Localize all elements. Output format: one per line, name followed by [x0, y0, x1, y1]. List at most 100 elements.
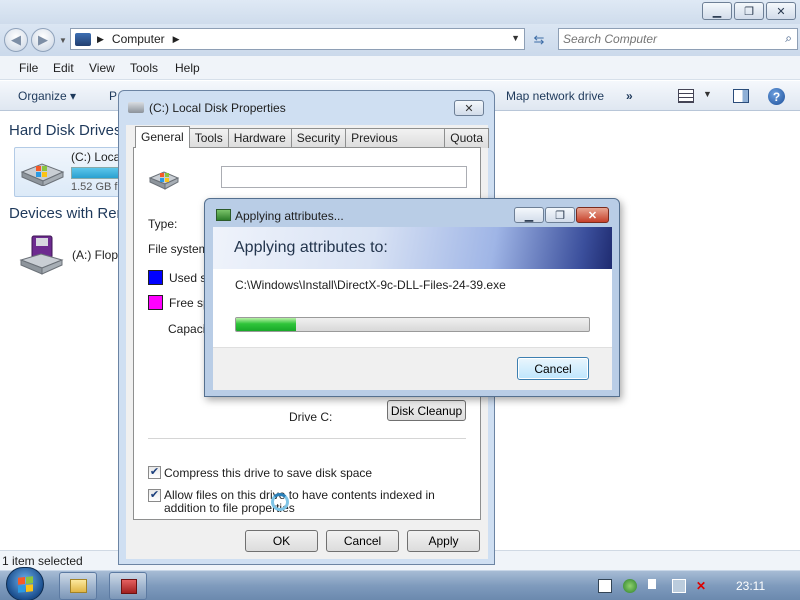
minimize-button[interactable]: ▁ [702, 2, 732, 20]
applying-title: Applying attributes... [235, 209, 344, 223]
recent-pages-dropdown[interactable]: ▼ [59, 36, 67, 45]
breadcrumb-computer[interactable]: Computer [112, 32, 165, 46]
volume-muted-icon[interactable]: ✕ [696, 579, 710, 593]
properties-command-button[interactable]: P [109, 89, 117, 103]
help-icon[interactable]: ? [768, 88, 785, 105]
tab-hardware[interactable]: Hardware [227, 128, 292, 148]
menu-bar: File Edit View Tools Help [0, 56, 800, 80]
organize-button[interactable]: Organize ▾ [18, 89, 76, 103]
applying-body: C:\Windows\Install\DirectX-9c-DLL-Files-… [213, 269, 612, 390]
tab-general[interactable]: General [135, 126, 190, 148]
properties-tabs: General Tools Hardware Security Previous… [135, 126, 489, 163]
menu-help[interactable]: Help [175, 61, 200, 75]
floppy-drive-icon [19, 235, 64, 275]
used-space-swatch [148, 270, 163, 285]
applying-footer: Cancel [213, 347, 612, 390]
refresh-icon: ⇆ [533, 32, 545, 47]
application-icon [121, 579, 137, 594]
applying-header: Applying attributes to: [213, 227, 612, 269]
divider [148, 438, 466, 439]
folder-icon [70, 579, 87, 593]
index-contents-checkbox[interactable]: ✔ [148, 489, 161, 502]
address-row: ◀ ▶ ▼ ▶ Computer ▶ ▼ ⇆ ⌕ [0, 24, 800, 56]
properties-close-button[interactable]: ✕ [454, 100, 484, 116]
map-network-drive-button[interactable]: Map network drive [506, 89, 604, 103]
more-commands-button[interactable]: » [626, 89, 633, 103]
computer-icon [75, 32, 91, 46]
preview-pane-icon[interactable] [733, 89, 749, 103]
drive-c-free-space: 1.52 GB free [71, 181, 121, 193]
menu-tools[interactable]: Tools [130, 61, 158, 75]
hard-drive-icon [20, 163, 65, 186]
change-view-icon[interactable] [678, 89, 694, 103]
taskbar: ✕ 23:11 [0, 567, 800, 600]
back-button[interactable]: ◀ [4, 28, 28, 52]
compress-drive-label[interactable]: Compress this drive to save disk space [164, 466, 372, 480]
hard-drive-icon [128, 102, 144, 113]
maximize-button[interactable]: ❐ [734, 2, 764, 20]
cancel-button[interactable]: Cancel [517, 357, 589, 380]
current-file-path: C:\Windows\Install\DirectX-9c-DLL-Files-… [235, 278, 506, 292]
maximize-button[interactable]: ❐ [545, 207, 575, 223]
close-button[interactable]: ✕ [576, 207, 609, 223]
type-label: Type: [148, 217, 178, 231]
applying-attributes-dialog: Applying attributes... ▁ ❐ ✕ Applying at… [204, 198, 620, 397]
refresh-button[interactable]: ⇆ [528, 30, 550, 50]
disk-cleanup-button[interactable]: Disk Cleanup [387, 400, 466, 421]
drive-c-label: (C:) Local Disk [71, 150, 121, 164]
properties-title: (C:) Local Disk Properties [149, 101, 286, 115]
progress-bar [235, 317, 590, 332]
ok-button[interactable]: OK [245, 530, 318, 552]
action-center-flag-icon[interactable] [648, 579, 662, 589]
file-system-label: File system: [148, 242, 213, 256]
tab-tools[interactable]: Tools [188, 128, 229, 148]
search-box[interactable]: ⌕ [558, 28, 798, 50]
tab-previous-versions[interactable]: Previous Versions [345, 128, 446, 163]
search-input[interactable] [563, 31, 763, 47]
taskbar-clock[interactable]: 23:11 [736, 579, 765, 593]
address-bar[interactable]: ▶ Computer ▶ ▼ [70, 28, 525, 50]
floppy-drive-item[interactable]: (A:) Floppy Disk Drive [14, 232, 124, 278]
address-dropdown-icon[interactable]: ▼ [511, 33, 520, 43]
start-button[interactable] [6, 567, 44, 600]
taskbar-explorer-button[interactable] [59, 572, 97, 600]
progress-fill [236, 318, 296, 331]
index-contents-label[interactable]: Allow files on this drive to have conten… [164, 489, 474, 515]
taskbar-app-button[interactable] [109, 572, 147, 600]
network-tray-icon[interactable] [672, 579, 686, 593]
tab-security[interactable]: Security [290, 128, 347, 148]
drive-name-input[interactable] [221, 166, 467, 188]
security-tray-icon[interactable] [623, 579, 637, 593]
properties-titlebar[interactable]: (C:) Local Disk Properties ✕ [119, 91, 494, 125]
menu-file[interactable]: File [19, 61, 38, 75]
compress-drive-checkbox[interactable]: ✔ [148, 466, 161, 479]
status-text: 1 item selected [2, 554, 83, 568]
drive-c-usage-bar [71, 167, 123, 179]
section-header-hard-disk-drives: Hard Disk Drives [9, 122, 122, 139]
floppy-drive-label: (A:) Floppy Disk Drive [72, 248, 120, 262]
apply-button[interactable]: Apply [407, 530, 480, 552]
breadcrumb-chevron-icon[interactable]: ▶ [173, 34, 180, 45]
close-button[interactable]: ✕ [766, 2, 796, 20]
breadcrumb-chevron-icon[interactable]: ▶ [97, 34, 104, 45]
tab-quota[interactable]: Quota [444, 128, 489, 148]
minimize-button[interactable]: ▁ [514, 207, 544, 223]
free-space-swatch [148, 295, 163, 310]
forward-arrow-icon: ▶ [38, 32, 48, 47]
applying-heading: Applying attributes to: [234, 239, 388, 256]
back-arrow-icon: ◀ [11, 32, 21, 47]
hard-drive-icon [148, 171, 180, 190]
menu-view[interactable]: View [89, 61, 115, 75]
view-options-dropdown-icon[interactable]: ▼ [703, 89, 712, 99]
attributes-icon [216, 209, 231, 221]
search-icon[interactable]: ⌕ [785, 31, 792, 46]
drive-caption: Drive C: [289, 410, 333, 424]
forward-button[interactable]: ▶ [31, 28, 55, 52]
menu-edit[interactable]: Edit [53, 61, 74, 75]
windows-logo-icon [18, 576, 33, 593]
busy-cursor-icon [271, 493, 289, 511]
drive-c-item[interactable]: (C:) Local Disk 1.52 GB free [14, 147, 124, 197]
document-tray-icon[interactable] [598, 579, 612, 593]
explorer-titlebar: ▁ ❐ ✕ [0, 0, 800, 24]
cancel-button[interactable]: Cancel [326, 530, 399, 552]
